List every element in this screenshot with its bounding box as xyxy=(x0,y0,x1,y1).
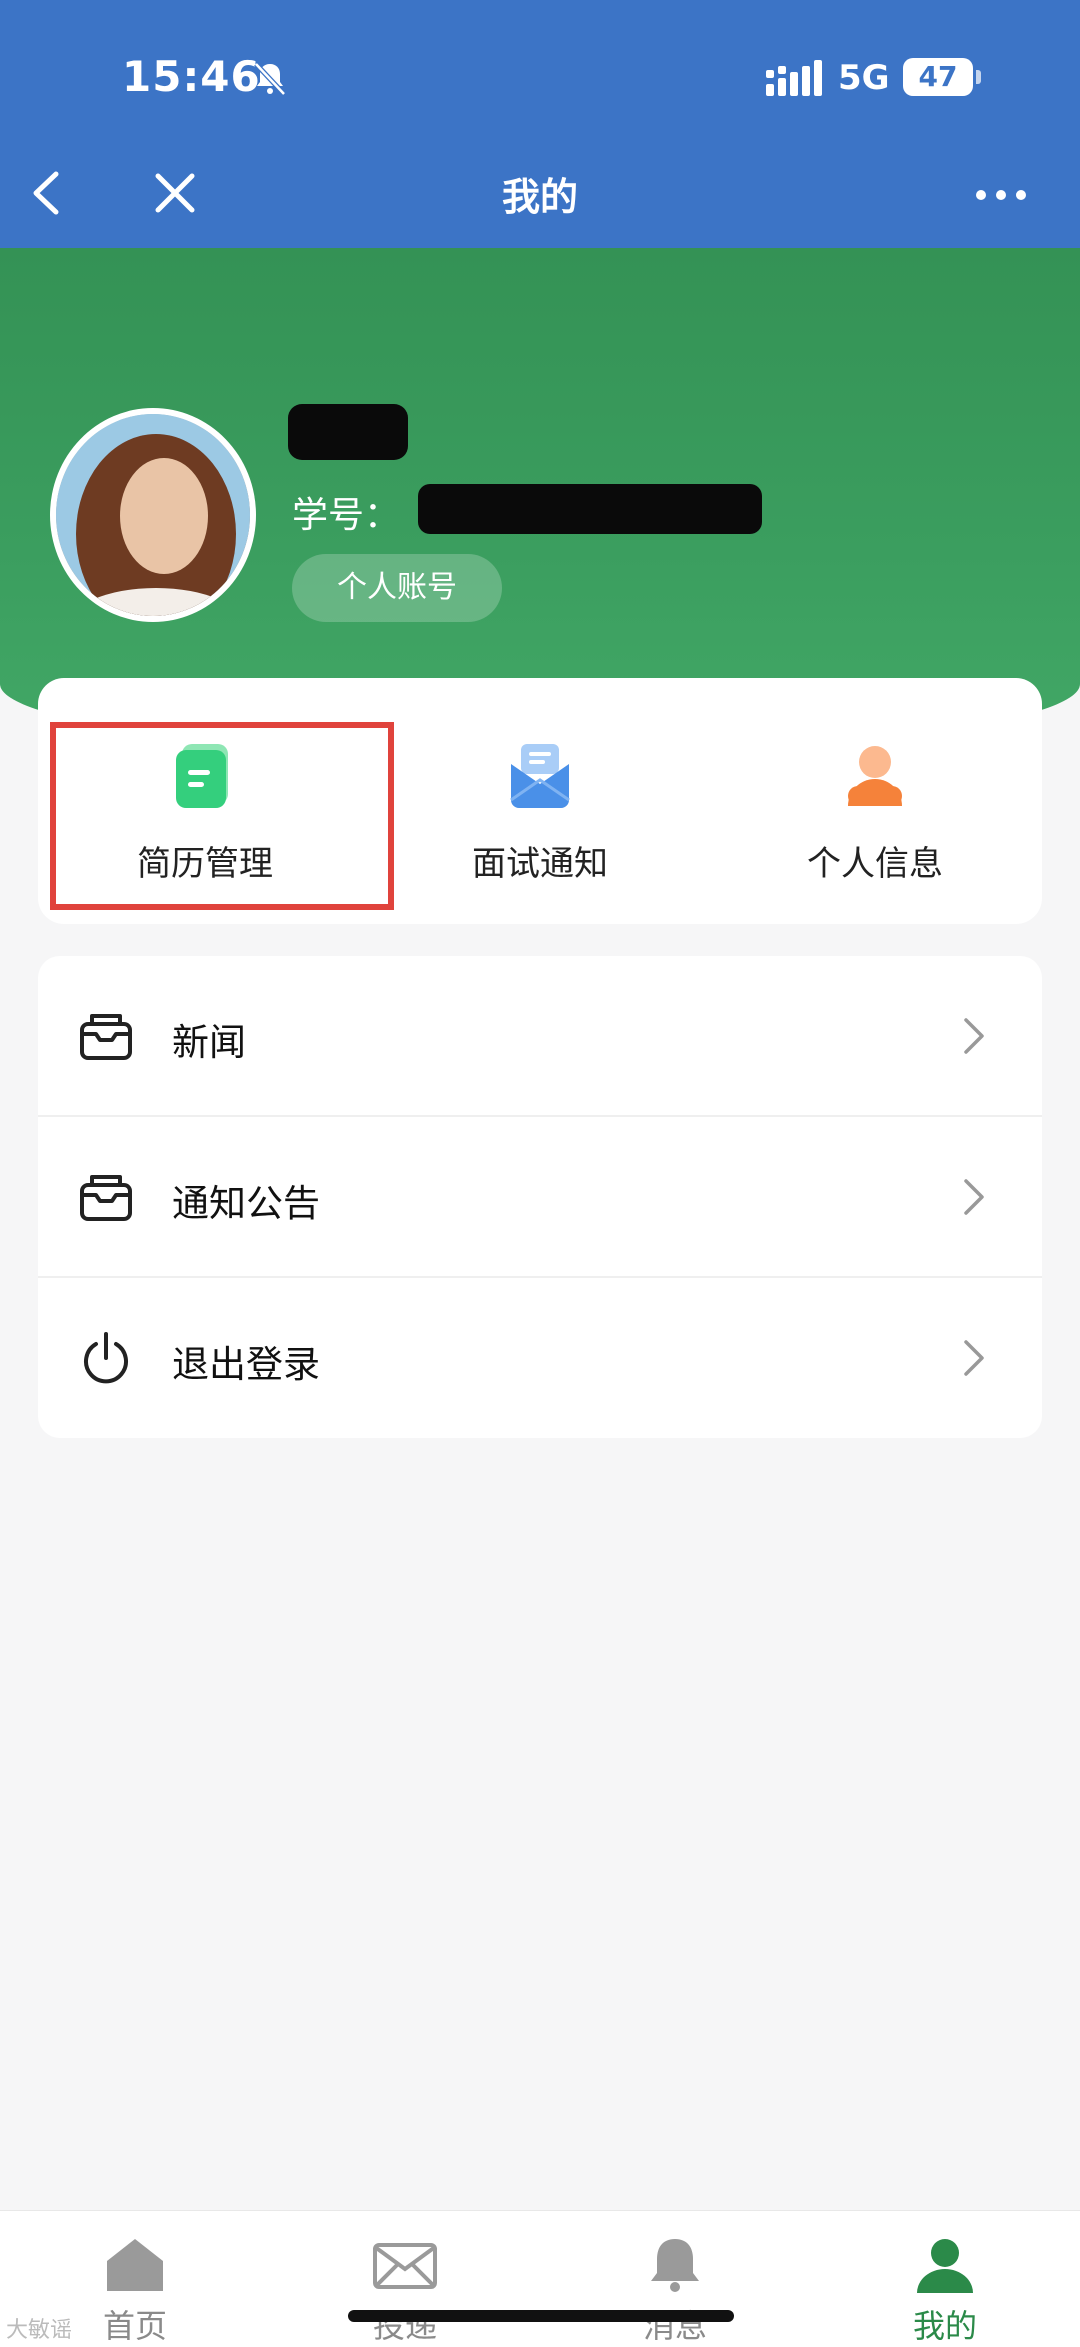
bell-icon xyxy=(651,2239,699,2292)
menu-item-notices[interactable]: 通知公告 xyxy=(38,1117,1042,1278)
feature-personal-info[interactable]: 个人信息 xyxy=(708,678,1042,924)
user-icon xyxy=(917,2239,973,2293)
menu-label: 通知公告 xyxy=(172,1182,320,1225)
battery-indicator: 47 xyxy=(903,58,981,96)
avatar[interactable] xyxy=(50,408,256,622)
tab-label: 我的 xyxy=(912,2307,977,2345)
feature-label: 个人信息 xyxy=(807,844,943,884)
highlight-box xyxy=(50,722,394,910)
inbox-icon xyxy=(80,1175,132,1221)
feature-interview[interactable]: 面试通知 xyxy=(373,678,707,924)
tab-label: 投递 xyxy=(372,2307,437,2345)
tab-label: 消息 xyxy=(642,2307,707,2345)
menu-label: 退出登录 xyxy=(172,1343,320,1386)
student-id-label: 学号： xyxy=(292,495,401,536)
chevron-right-icon xyxy=(964,1179,984,1215)
top-bar: 15:46 5G 47 我的 xyxy=(0,0,1080,248)
menu-item-news[interactable]: 新闻 xyxy=(38,956,1042,1117)
chevron-right-icon xyxy=(964,1340,984,1376)
tab-mine[interactable]: 我的 xyxy=(810,2211,1080,2347)
tab-bar: 首页 投递 消息 我的 xyxy=(0,2210,1080,2347)
bell-off-icon xyxy=(254,62,286,96)
student-id-redaction xyxy=(418,484,762,534)
person-icon xyxy=(848,746,902,806)
home-indicator xyxy=(348,2310,734,2322)
inbox-icon xyxy=(80,1014,132,1060)
mail-icon xyxy=(510,744,570,808)
tab-messages[interactable]: 消息 xyxy=(540,2211,810,2347)
signal-icon xyxy=(766,60,822,96)
watermark: 大敏谣 xyxy=(6,2318,73,2343)
page-title: 我的 xyxy=(501,175,578,219)
more-icon[interactable] xyxy=(974,178,1028,212)
tab-deliver[interactable]: 投递 xyxy=(270,2211,540,2347)
menu-list: 新闻 通知公告 退出登录 xyxy=(38,956,1042,1438)
account-chip[interactable]: 个人账号 xyxy=(292,554,502,622)
status-time: 15:46 xyxy=(122,52,261,101)
chevron-right-icon xyxy=(964,1018,984,1054)
envelope-icon xyxy=(373,2243,437,2289)
power-icon xyxy=(84,1332,128,1384)
feature-label: 面试通知 xyxy=(472,844,608,884)
network-type: 5G xyxy=(838,58,890,98)
menu-item-logout[interactable]: 退出登录 xyxy=(38,1278,1042,1438)
home-icon xyxy=(107,2239,163,2291)
name-redaction xyxy=(288,404,408,460)
menu-label: 新闻 xyxy=(172,1021,246,1064)
